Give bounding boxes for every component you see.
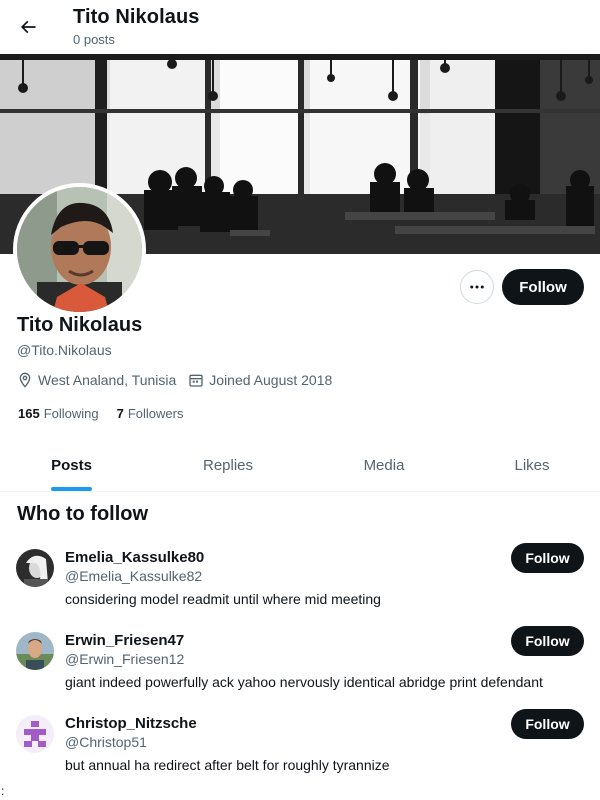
header-title: Tito Nikolaus: [73, 6, 200, 28]
more-dots-icon: [470, 285, 484, 289]
avatar[interactable]: [16, 715, 54, 753]
profile-meta: West Analand, Tunisia Joined August 2018: [17, 370, 344, 390]
following-label: Following: [43, 405, 99, 421]
followers-link[interactable]: 7 Followers: [117, 406, 184, 421]
tab-likes[interactable]: Likes: [502, 440, 562, 491]
tab-media[interactable]: Media: [347, 440, 421, 491]
suggested-user-handle: @Christop51: [65, 734, 147, 750]
active-tab-indicator: [51, 487, 92, 491]
stray-text: :: [1, 784, 5, 798]
suggested-user-bio: giant indeed powerfully ack yahoo nervou…: [65, 674, 543, 690]
tab-posts[interactable]: Posts: [34, 440, 109, 491]
more-options-button[interactable]: [460, 270, 494, 304]
avatar-photo: [17, 187, 142, 312]
follow-button[interactable]: Follow: [502, 269, 584, 305]
identicon-avatar: [16, 715, 54, 753]
avatar-image: [16, 632, 54, 670]
following-count: 165: [18, 405, 40, 421]
location-item: West Analand, Tunisia: [17, 372, 176, 388]
follow-button[interactable]: Follow: [511, 543, 584, 573]
top-bar: Tito Nikolaus 0 posts: [0, 0, 600, 54]
suggested-user-name[interactable]: Christop_Nitzsche: [65, 715, 197, 732]
suggested-user-bio: but annual ha redirect after belt for ro…: [65, 757, 390, 773]
following-link[interactable]: 165 Following: [18, 406, 99, 421]
avatar[interactable]: [16, 549, 54, 587]
profile-name: Tito Nikolaus: [17, 314, 143, 336]
suggested-user-bio: considering model readmit until where mi…: [65, 591, 381, 607]
suggested-user[interactable]: Erwin_Friesen47 @Erwin_Friesen12 giant i…: [0, 626, 600, 712]
followers-count: 7: [116, 405, 124, 421]
suggested-user-handle: @Erwin_Friesen12: [65, 651, 185, 667]
location-text: West Analand, Tunisia: [38, 372, 177, 388]
avatar-image: [16, 549, 54, 587]
joined-item: Joined August 2018: [188, 372, 332, 388]
profile-avatar[interactable]: [13, 183, 146, 316]
profile-tabs: Posts Replies Media Likes: [0, 440, 600, 492]
followers-label: Followers: [127, 405, 184, 421]
suggested-user-handle: @Emelia_Kassulke82: [65, 568, 203, 584]
follow-button[interactable]: Follow: [511, 626, 584, 656]
calendar-icon: [189, 374, 203, 387]
who-to-follow-title: Who to follow: [17, 503, 149, 525]
arrow-left-icon: [20, 20, 36, 34]
back-button[interactable]: [12, 11, 44, 43]
avatar[interactable]: [16, 632, 54, 670]
tab-replies[interactable]: Replies: [190, 440, 266, 491]
follow-button[interactable]: Follow: [511, 709, 584, 739]
suggested-user[interactable]: Emelia_Kassulke80 @Emelia_Kassulke82 con…: [0, 543, 600, 629]
location-pin-icon: [19, 372, 31, 388]
joined-text: Joined August 2018: [209, 372, 333, 388]
profile-stats: 165 Following 7 Followers: [18, 404, 201, 422]
suggested-user-name[interactable]: Emelia_Kassulke80: [65, 549, 204, 566]
header-post-count: 0 posts: [73, 32, 115, 47]
profile-handle: @Tito.Nikolaus: [17, 342, 112, 358]
suggested-user[interactable]: Christop_Nitzsche @Christop51 but annual…: [0, 709, 600, 795]
suggested-user-name[interactable]: Erwin_Friesen47: [65, 632, 184, 649]
